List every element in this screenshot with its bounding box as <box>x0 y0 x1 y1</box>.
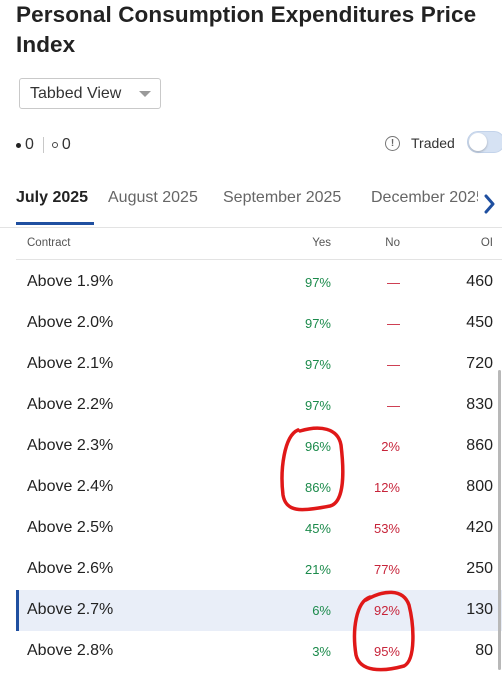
contract-label: Above 1.9% <box>27 273 114 290</box>
open-interest: 450 <box>466 314 493 331</box>
yes-price[interactable]: 6% <box>312 603 331 618</box>
contract-label: Above 2.3% <box>27 437 114 454</box>
yes-price[interactable]: 97% <box>305 275 331 290</box>
toggle-knob <box>469 133 487 151</box>
position-counts: 0 0 <box>16 135 71 155</box>
traded-toggle[interactable] <box>467 131 502 153</box>
tab-july-2025[interactable]: July 2025 <box>16 189 88 207</box>
active-tab-indicator <box>16 222 94 225</box>
contract-label: Above 2.7% <box>27 601 114 618</box>
traded-filter: ! Traded <box>385 132 455 154</box>
count-divider <box>42 137 44 153</box>
table-scrollbar[interactable] <box>498 370 501 670</box>
yes-price[interactable]: 97% <box>305 316 331 331</box>
contract-label: Above 2.6% <box>27 560 114 577</box>
yes-price[interactable]: 97% <box>305 357 331 372</box>
open-interest: 830 <box>466 396 493 413</box>
table-row[interactable]: Above 2.0% 97% — 450 <box>16 303 502 344</box>
no-price[interactable]: 12% <box>374 480 400 495</box>
contract-label: Above 2.8% <box>27 642 114 659</box>
table-row[interactable]: Above 2.3% 96% 2% 860 <box>16 426 502 467</box>
no-price[interactable]: — <box>387 357 400 372</box>
contract-label: Above 2.0% <box>27 314 114 331</box>
header-no: No <box>385 237 400 249</box>
table-row[interactable]: Above 2.5% 45% 53% 420 <box>16 508 502 549</box>
no-price[interactable]: 77% <box>374 562 400 577</box>
chevron-down-icon <box>139 91 151 97</box>
empty-count: 0 <box>61 136 71 153</box>
open-interest: 420 <box>466 519 493 536</box>
table-row[interactable]: Above 2.8% 3% 95% 80 <box>16 631 502 672</box>
contract-label: Above 2.1% <box>27 355 114 372</box>
yes-price[interactable]: 97% <box>305 398 331 413</box>
tab-august-2025[interactable]: August 2025 <box>108 189 198 207</box>
no-price[interactable]: 95% <box>374 644 400 659</box>
open-interest: 860 <box>466 437 493 454</box>
tabs-next-button[interactable] <box>478 182 502 226</box>
selected-row-indicator <box>16 590 19 631</box>
open-interest: 80 <box>475 642 493 659</box>
yes-price[interactable]: 86% <box>305 480 331 495</box>
table-row-selected[interactable]: Above 2.7% 6% 92% 130 <box>16 590 502 631</box>
tab-september-2025[interactable]: September 2025 <box>223 189 341 207</box>
yes-price[interactable]: 21% <box>305 562 331 577</box>
yes-price[interactable]: 96% <box>305 439 331 454</box>
open-interest: 800 <box>466 478 493 495</box>
table-row[interactable]: Above 1.9% 97% — 460 <box>16 262 502 303</box>
empty-dot-icon <box>51 142 58 148</box>
month-tabs: July 2025 August 2025 September 2025 Dec… <box>0 182 502 228</box>
header-contract: Contract <box>27 237 71 249</box>
no-price[interactable]: — <box>387 398 400 413</box>
contract-label: Above 2.2% <box>27 396 114 413</box>
table-row[interactable]: Above 2.1% 97% — 720 <box>16 344 502 385</box>
contract-label: Above 2.5% <box>27 519 114 536</box>
traded-label: Traded <box>411 135 455 151</box>
table-header: Contract Yes No OI <box>16 228 502 260</box>
contracts-table: Above 1.9% 97% — 460 Above 2.0% 97% — 45… <box>16 262 502 672</box>
table-row[interactable]: Above 2.2% 97% — 830 <box>16 385 502 426</box>
open-interest: 250 <box>466 560 493 577</box>
no-price[interactable]: 92% <box>374 603 400 618</box>
tab-december-2025[interactable]: December 2025 <box>371 189 485 207</box>
header-oi: OI <box>480 237 493 249</box>
chevron-right-icon <box>484 194 495 214</box>
yes-price[interactable]: 3% <box>312 644 331 659</box>
open-interest: 720 <box>466 355 493 372</box>
no-price[interactable]: 53% <box>374 521 400 536</box>
view-select-dropdown[interactable]: Tabbed View <box>19 78 161 109</box>
open-interest: 460 <box>466 273 493 290</box>
yes-price[interactable]: 45% <box>305 521 331 536</box>
filled-dot-icon <box>16 142 21 148</box>
filled-count: 0 <box>25 136 34 153</box>
table-row[interactable]: Above 2.4% 86% 12% 800 <box>16 467 502 508</box>
table-row[interactable]: Above 2.6% 21% 77% 250 <box>16 549 502 590</box>
no-price[interactable]: — <box>387 275 400 290</box>
header-yes: Yes <box>312 237 331 249</box>
view-select-value: Tabbed View <box>30 84 122 102</box>
page-title: Personal Consumption Expenditures Price … <box>16 2 477 57</box>
info-icon[interactable]: ! <box>385 135 400 151</box>
open-interest: 130 <box>466 601 493 618</box>
no-price[interactable]: 2% <box>381 439 400 454</box>
no-price[interactable]: — <box>387 316 400 331</box>
contract-label: Above 2.4% <box>27 478 114 495</box>
